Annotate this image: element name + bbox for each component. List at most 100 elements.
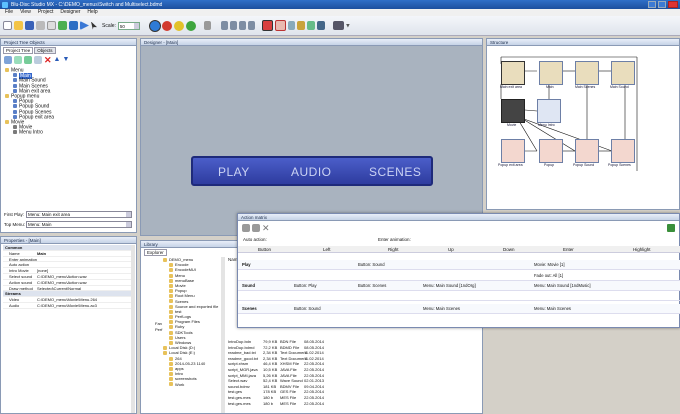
blue-circle-icon[interactable] [149, 20, 160, 31]
matrix-cell-up[interactable]: Menu: Main Scenes [423, 306, 460, 311]
menu-project[interactable]: Project [38, 9, 54, 16]
properties-scrollbar[interactable] [131, 245, 135, 413]
folder-item[interactable]: Fan [155, 321, 162, 327]
column-header[interactable]: Enter [563, 247, 574, 252]
column-header[interactable]: Left [323, 247, 331, 252]
matrix-cell-right[interactable]: Button: Scenes [358, 283, 386, 288]
menu-icon [13, 73, 17, 78]
property-row[interactable]: Audio C:\DEMO_menu\Movie\Menu.ac3 [3, 303, 131, 309]
maximize-button[interactable] [658, 1, 666, 8]
arrow-up-icon[interactable]: ▲ [54, 56, 61, 64]
folder-item[interactable]: Perf [155, 327, 162, 333]
menu-designer[interactable]: Designer [60, 9, 80, 16]
lock-icon[interactable] [274, 20, 286, 31]
export-icon[interactable] [69, 21, 78, 30]
node-main-scenes[interactable] [575, 61, 599, 85]
folder-item[interactable]: Work [163, 382, 221, 387]
image-icon[interactable] [306, 21, 315, 30]
align-bottom-icon[interactable] [238, 21, 246, 30]
node-label: Popup [544, 163, 555, 167]
menu-icon [13, 78, 17, 83]
yellow-circle-icon[interactable] [173, 20, 184, 31]
scale-select[interactable]: 50 [117, 21, 140, 30]
node-popup[interactable] [539, 139, 563, 163]
green-circle-icon[interactable] [185, 20, 196, 31]
tab-explorer[interactable]: Explorer [144, 249, 167, 256]
play-icon[interactable] [80, 21, 89, 30]
play-menu-button[interactable]: PLAY [218, 165, 250, 179]
cursor-icon[interactable] [91, 21, 97, 30]
node-movie[interactable] [501, 99, 525, 123]
matrix-cell-left[interactable]: Button: Play [294, 283, 317, 288]
puzzle-icon[interactable] [296, 21, 305, 30]
heart-icon[interactable] [261, 20, 273, 31]
align-middle-icon[interactable] [229, 21, 237, 30]
column-header[interactable]: Right [388, 247, 399, 252]
top-menu-select[interactable]: Menu: Main [26, 221, 132, 228]
chevron-down-icon [126, 222, 131, 227]
scenes-menu-button[interactable]: SCENES [369, 165, 421, 179]
red-circle-icon[interactable] [161, 20, 172, 31]
node-main-sound[interactable] [611, 61, 635, 85]
display-icon[interactable] [332, 21, 344, 30]
node-label: Menu Intro [538, 123, 555, 127]
display-dropdown-icon[interactable] [345, 23, 350, 28]
matrix-cell-left[interactable]: Button: Sound [294, 306, 321, 311]
matrix-cell-enter[interactable]: Movie: Movie [1] [534, 262, 565, 267]
delete-icon[interactable]: ✕ [44, 56, 52, 65]
align-top-icon[interactable] [220, 21, 228, 30]
add-button-icon[interactable] [14, 56, 22, 64]
tree-toolbar: ✕ ▲ ▼ [4, 55, 69, 65]
node-popup-scenes[interactable] [611, 139, 635, 163]
close-button[interactable] [668, 1, 678, 8]
node-popup-exit-area[interactable] [501, 139, 525, 163]
tree-item-menu-intro[interactable]: Menu Intro [5, 130, 133, 135]
tab-project-tree[interactable]: Project Tree [3, 47, 34, 54]
node-popup-sound[interactable] [575, 139, 599, 163]
node-main-exit-area[interactable] [501, 61, 525, 85]
menu-help[interactable]: Help [87, 9, 97, 16]
structure-panel: Structure Main exit area Main Main Scene… [486, 38, 680, 210]
matrix-cell-enter[interactable]: Fade out: All [1] [534, 273, 563, 278]
network-icon[interactable] [287, 21, 295, 30]
cut-icon[interactable] [36, 21, 45, 30]
distribute-icon[interactable] [247, 21, 255, 30]
add-item-icon[interactable] [34, 56, 42, 64]
menu-bar: File View Project Designer Help [0, 9, 680, 16]
add-movie-icon[interactable] [24, 56, 32, 64]
copy-icon[interactable] [47, 21, 56, 30]
folder-scrollbar[interactable] [221, 257, 225, 413]
new-icon[interactable] [3, 21, 12, 30]
minimize-button[interactable] [648, 1, 656, 8]
tab-objects[interactable]: Objects [34, 47, 56, 54]
arrow-right-icon[interactable] [58, 21, 67, 30]
action-matrix-title: Action matrix [238, 214, 679, 221]
arrow-down-icon[interactable]: ▼ [62, 56, 69, 64]
code-icon[interactable] [316, 21, 325, 30]
column-header[interactable]: Down [503, 247, 515, 252]
paste-icon[interactable] [252, 224, 260, 232]
node-main[interactable] [539, 61, 563, 85]
file-row[interactable]: test.ges.mes 180 b MES File 22.05.2014 [228, 401, 478, 407]
menu-view[interactable]: View [20, 9, 31, 16]
speaker-icon[interactable] [203, 21, 211, 30]
add-action-icon[interactable] [667, 224, 675, 232]
column-header[interactable]: Button [258, 247, 271, 252]
menu-file[interactable]: File [5, 9, 13, 16]
column-header[interactable]: Highlight [633, 247, 651, 252]
open-icon[interactable] [14, 21, 23, 30]
audio-menu-button[interactable]: AUDIO [291, 165, 332, 179]
matrix-cell-up[interactable]: Menu: Main Sound [1ndOrg] [423, 283, 476, 288]
column-header[interactable]: Up [448, 247, 454, 252]
first-play-select[interactable]: Menu: Main exit area [26, 211, 132, 218]
matrix-cell-enter[interactable]: Menu: Main Sound [1ndMusic] [534, 283, 591, 288]
copy-icon[interactable] [242, 224, 250, 232]
add-menu-icon[interactable] [4, 56, 12, 64]
save-icon[interactable] [25, 21, 34, 30]
file-size: 180 b [263, 400, 274, 406]
node-menu-intro[interactable] [537, 99, 561, 123]
matrix-cell-enter[interactable]: Menu: Main Scenes [534, 306, 571, 311]
delete-icon[interactable]: ✕ [262, 224, 270, 233]
matrix-cell-right[interactable]: Button: Sound [358, 262, 385, 267]
properties-grid: Common Name Main Enter animation Auto action… [3, 245, 131, 309]
